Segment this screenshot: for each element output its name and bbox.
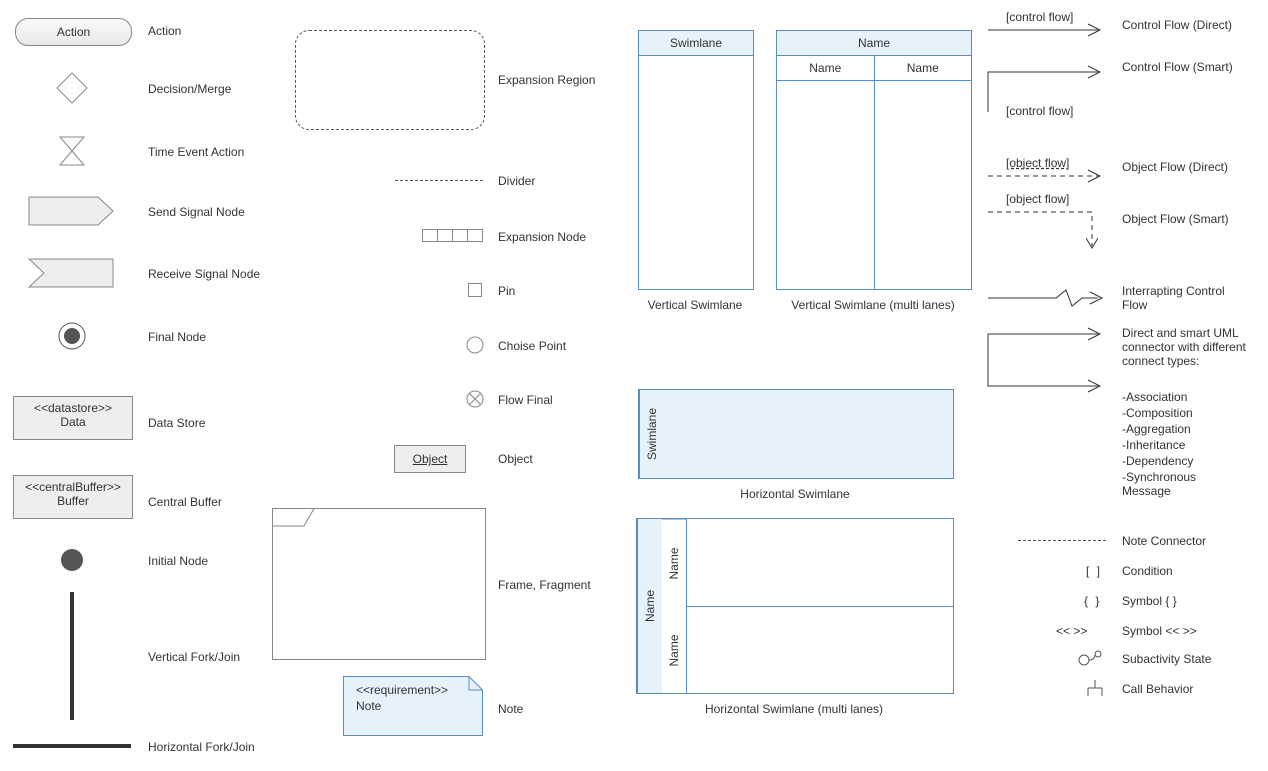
note-connector-shape <box>1018 540 1106 541</box>
interrupt-shape <box>988 286 1106 310</box>
v-swimlane-label: Vertical Swimlane <box>638 298 752 312</box>
expansion-node-label: Expansion Node <box>498 230 586 244</box>
vertical-fork-label: Vertical Fork/Join <box>148 650 240 664</box>
v-swimlane-multi-sub1: Name <box>777 56 875 80</box>
of-direct-label: Object Flow (Direct) <box>1122 160 1242 174</box>
braces-label: Symbol { } <box>1122 594 1177 608</box>
h-swimlane-multi-header: Name <box>637 519 662 693</box>
call-behavior-label: Call Behavior <box>1122 682 1193 696</box>
flow-final-shape <box>466 390 484 408</box>
cf-direct-tag: [control flow] <box>1006 10 1073 24</box>
action-shape: Action <box>15 18 132 46</box>
choice-point-shape <box>466 336 484 354</box>
datastore-name: Data <box>14 415 132 429</box>
divider-shape <box>395 180 483 181</box>
horizontal-fork-label: Horizontal Fork/Join <box>148 740 255 754</box>
central-buffer-name: Buffer <box>14 494 132 508</box>
cf-smart-tag: [control flow] <box>1006 104 1073 118</box>
object-shape: Object <box>394 445 466 473</box>
uml-conn-item-3: -Inheritance <box>1122 438 1185 452</box>
v-swimlane-shape: Swimlane <box>638 30 754 290</box>
of-direct-shape <box>988 168 1106 184</box>
frame-label: Frame, Fragment <box>498 578 591 592</box>
action-label: Action <box>148 24 181 38</box>
decision-label: Decision/Merge <box>148 82 231 96</box>
h-swimlane-multi-sub2: Name <box>662 607 686 694</box>
horizontal-fork-shape <box>13 744 131 748</box>
v-swimlane-multi-sub2: Name <box>875 56 972 80</box>
receive-signal-shape <box>28 258 114 288</box>
h-swimlane-multi-shape: Name Name Name <box>636 518 954 694</box>
decision-shape <box>56 72 88 104</box>
of-smart-label: Object Flow (Smart) <box>1122 212 1242 226</box>
v-swimlane-multi-label: Vertical Swimlane (multi lanes) <box>776 298 970 312</box>
choice-point-label: Choise Point <box>498 339 566 353</box>
note-stereo: <<requirement>> <box>356 683 448 697</box>
cf-smart-label: Control Flow (Smart) <box>1122 60 1242 74</box>
uml-conn-item-1: -Composition <box>1122 406 1193 420</box>
vertical-fork-shape <box>70 592 74 720</box>
v-swimlane-multi-header: Name <box>777 31 971 56</box>
frame-shape <box>272 508 486 660</box>
h-swimlane-shape: Swimlane <box>638 389 954 479</box>
pin-label: Pin <box>498 284 515 298</box>
h-swimlane-multi-label: Horizontal Swimlane (multi lanes) <box>636 702 952 716</box>
note-name: Note <box>356 699 381 713</box>
time-event-shape <box>59 136 85 166</box>
cf-direct-shape <box>988 22 1106 38</box>
central-buffer-label: Central Buffer <box>148 495 222 509</box>
datastore-stereo: <<datastore>> <box>14 401 132 415</box>
expansion-region-label: Expansion Region <box>498 73 595 87</box>
subactivity-label: Subactivity State <box>1122 652 1211 666</box>
h-swimlane-label: Horizontal Swimlane <box>638 487 952 501</box>
subactivity-shape <box>1078 650 1106 666</box>
pin-shape <box>468 283 482 297</box>
call-behavior-shape <box>1086 680 1104 698</box>
uml-conn-item-0: -Association <box>1122 390 1187 404</box>
uml-conn-item-2: -Aggregation <box>1122 422 1191 436</box>
interrupt-label: Interrapting Control Flow <box>1122 284 1242 312</box>
time-event-label: Time Event Action <box>148 145 244 159</box>
object-label: Object <box>498 452 533 466</box>
v-swimlane-header: Swimlane <box>639 31 753 56</box>
initial-node-label: Initial Node <box>148 554 208 568</box>
final-node-shape <box>58 322 86 350</box>
uml-conn-item-5: -Synchronous Message <box>1122 470 1242 498</box>
angles-label: Symbol << >> <box>1122 624 1197 638</box>
uml-connectors-shape <box>988 326 1106 396</box>
cf-direct-label: Control Flow (Direct) <box>1122 18 1242 32</box>
of-smart-shape <box>988 206 1106 254</box>
h-swimlane-multi-sub1: Name <box>662 519 686 607</box>
initial-node-shape <box>60 548 84 572</box>
condition-symbol: [ ] <box>1086 564 1102 578</box>
of-smart-tag: [object flow] <box>1006 192 1069 206</box>
note-connector-label: Note Connector <box>1122 534 1206 548</box>
angles-symbol: << >> <box>1056 624 1087 638</box>
send-signal-shape <box>28 196 114 226</box>
send-signal-label: Send Signal Node <box>148 205 245 219</box>
datastore-label: Data Store <box>148 416 205 430</box>
of-direct-tag: [object flow] <box>1006 156 1069 170</box>
uml-conn-item-4: -Dependency <box>1122 454 1193 468</box>
receive-signal-label: Receive Signal Node <box>148 267 260 281</box>
central-buffer-shape: <<centralBuffer>> Buffer <box>13 475 133 519</box>
note-label: Note <box>498 702 523 716</box>
flow-final-label: Flow Final <box>498 393 553 407</box>
action-shape-text: Action <box>16 19 131 45</box>
central-buffer-stereo: <<centralBuffer>> <box>14 480 132 494</box>
divider-label: Divider <box>498 174 535 188</box>
final-node-label: Final Node <box>148 330 206 344</box>
condition-label: Condition <box>1122 564 1173 578</box>
expansion-region-shape <box>295 30 485 130</box>
expansion-node-shape <box>422 229 484 243</box>
v-swimlane-multi-shape: Name Name Name <box>776 30 972 290</box>
uml-connectors-label: Direct and smart UML connector with diff… <box>1122 326 1262 368</box>
object-shape-text: Object <box>413 452 448 466</box>
datastore-shape: <<datastore>> Data <box>13 396 133 440</box>
braces-symbol: { } <box>1084 594 1101 608</box>
h-swimlane-header: Swimlane <box>639 390 664 478</box>
